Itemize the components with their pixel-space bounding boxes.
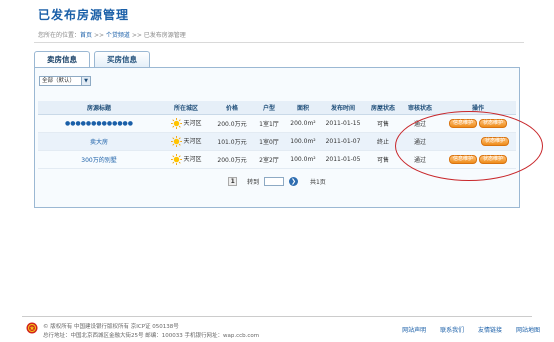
listing-panel: 全部（默认） ▼ 房源标题 所在城区 价格 户型 面积 发布时间 房屋状态 审核…	[34, 67, 520, 208]
column-header: 价格	[212, 101, 252, 115]
breadcrumb-current: 已发布房源管理	[143, 32, 186, 39]
area-cell: 100.0m²	[286, 132, 320, 151]
status-maintain-button[interactable]: 状态维护	[479, 154, 508, 164]
layout-cell: 1室1厅	[252, 114, 286, 133]
footer-link-sitemap[interactable]: 网站地图	[516, 327, 540, 334]
area-cell: 200.0m²	[286, 114, 320, 133]
house-status-cell: 终止	[366, 132, 400, 151]
column-header: 操作	[440, 101, 516, 115]
tab-bar: 卖房信息 买房信息	[34, 51, 154, 68]
breadcrumb-channel-link[interactable]: 个贷频道	[106, 32, 130, 39]
jump-label: 转到	[247, 179, 260, 186]
price-cell: 101.0万元	[212, 132, 252, 151]
go-arrow-icon[interactable]: ❯	[289, 177, 299, 186]
footer-divider	[22, 316, 532, 317]
listing-title-link[interactable]: 300万的别墅	[38, 150, 160, 169]
listing-table: 房源标题 所在城区 价格 户型 面积 发布时间 房屋状态 审核状态 操作 ●●●…	[38, 101, 516, 169]
house-status-cell: 可售	[366, 114, 400, 133]
jump-page-input[interactable]	[264, 177, 285, 186]
table-row: ●●●●●●●●●●●●● 天河区 200.0万元 1室1厅 200.0m² 2…	[38, 114, 516, 133]
column-header: 审核状态	[400, 101, 440, 115]
sun-icon	[170, 117, 182, 129]
column-header: 所在城区	[160, 101, 212, 115]
status-maintain-button[interactable]: 状态维护	[479, 118, 508, 128]
listing-title-link[interactable]: 卖大房	[38, 132, 160, 151]
footer-copyright: © 版权所有 中国建设银行版权所有 京ICP证 050138号	[43, 324, 179, 330]
date-cell: 2011-01-15	[320, 114, 366, 133]
breadcrumb-separator: >>	[129, 32, 144, 39]
column-header: 户型	[252, 101, 286, 115]
title-divider	[34, 42, 524, 43]
district-text: 天河区	[183, 119, 202, 127]
action-cell: 信息维护 状态维护	[440, 150, 516, 169]
chevron-down-icon[interactable]: ▼	[81, 77, 90, 85]
info-maintain-button[interactable]: 信息维护	[448, 118, 477, 128]
action-cell: 状态维护	[440, 132, 516, 151]
page-title: 已发布房源管理	[38, 8, 130, 22]
sun-icon	[170, 135, 182, 147]
price-cell: 200.0万元	[212, 150, 252, 169]
table-header-row: 房源标题 所在城区 价格 户型 面积 发布时间 房屋状态 审核状态 操作	[38, 101, 516, 115]
district-text: 天河区	[183, 137, 202, 145]
footer-address: 总行地址：中国北京西城区金融大街25号 邮编：100033 手机银行网址：wap…	[43, 333, 260, 339]
page-number-button[interactable]: 1	[228, 177, 238, 186]
tab-sell-info[interactable]: 卖房信息	[34, 51, 90, 68]
district-cell: 天河区	[160, 150, 212, 169]
national-emblem-icon	[26, 322, 38, 334]
listing-title-link[interactable]: ●●●●●●●●●●●●●	[38, 114, 160, 133]
sun-icon	[170, 153, 182, 165]
breadcrumb-home-link[interactable]: 首页	[80, 32, 92, 39]
info-maintain-button[interactable]: 信息维护	[448, 154, 477, 164]
footer-link-friends[interactable]: 友情链接	[478, 327, 502, 334]
column-header: 面积	[286, 101, 320, 115]
column-header: 房源标题	[38, 101, 160, 115]
breadcrumb: 您所在的位置：首页 >> 个贷频道 >> 已发布房源管理	[38, 30, 186, 39]
layout-cell: 1室0厅	[252, 132, 286, 151]
date-cell: 2011-01-07	[320, 132, 366, 151]
audit-status-cell: 通过	[400, 114, 440, 133]
district-text: 天河区	[183, 155, 202, 163]
district-cell: 天河区	[160, 114, 212, 133]
pager: 1 转到 ❯ 共1页	[35, 177, 519, 186]
footer-links: 网站声明 联系我们 友情链接 网站地图	[390, 325, 540, 334]
audit-status-cell: 通过	[400, 150, 440, 169]
footer-link-contact[interactable]: 联系我们	[440, 327, 464, 334]
breadcrumb-separator: >>	[92, 32, 106, 39]
filter-select[interactable]: 全部（默认） ▼	[39, 76, 91, 86]
breadcrumb-prefix: 您所在的位置：	[38, 32, 81, 39]
total-pages: 共1页	[309, 179, 326, 186]
column-header: 发布时间	[320, 101, 366, 115]
filter-selected-value: 全部（默认）	[42, 78, 76, 84]
district-cell: 天河区	[160, 132, 212, 151]
footer-link-statement[interactable]: 网站声明	[402, 327, 426, 334]
column-header: 房屋状态	[366, 101, 400, 115]
layout-cell: 2室2厅	[252, 150, 286, 169]
tab-buy-info[interactable]: 买房信息	[94, 51, 150, 68]
date-cell: 2011-01-05	[320, 150, 366, 169]
house-status-cell: 可售	[366, 150, 400, 169]
status-maintain-button[interactable]: 状态维护	[480, 136, 509, 146]
audit-status-cell: 通过	[400, 132, 440, 151]
action-cell: 信息维护 状态维护	[440, 114, 516, 133]
table-row: 卖大房 天河区 101.0万元 1室0厅 100.0m² 2011-01-07 …	[38, 132, 516, 151]
table-row: 300万的别墅 天河区 200.0万元 2室2厅 100.0m² 2011-01…	[38, 150, 516, 169]
area-cell: 100.0m²	[286, 150, 320, 169]
price-cell: 200.0万元	[212, 114, 252, 133]
